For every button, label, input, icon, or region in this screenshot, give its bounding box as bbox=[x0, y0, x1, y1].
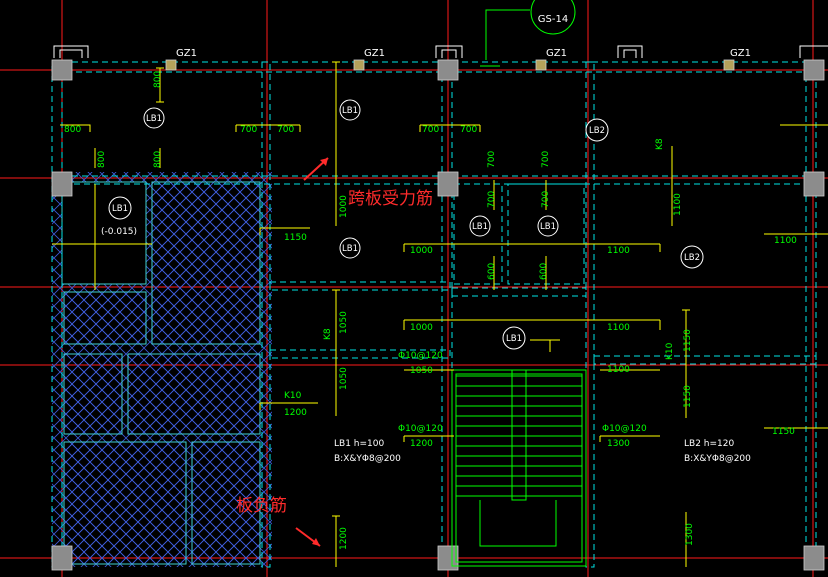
column-label: GZ1 bbox=[546, 48, 567, 59]
dim-text: 1150 bbox=[683, 329, 693, 352]
dim-text: 1150 bbox=[772, 427, 795, 437]
slab-note: LB2 h=120 bbox=[684, 439, 734, 449]
rebar-mark: K8 bbox=[323, 328, 333, 340]
dim-text: 700 bbox=[240, 125, 257, 135]
slab-tag: LB1 bbox=[342, 244, 358, 254]
dim-text: 1150 bbox=[683, 385, 693, 408]
dim-text: 700 bbox=[422, 125, 439, 135]
dim-text: 600 bbox=[487, 263, 497, 280]
dim-text: 700 bbox=[487, 151, 497, 168]
dim-text: 800 bbox=[153, 71, 163, 88]
gs-label: GS-14 bbox=[538, 14, 568, 25]
slab-tag: LB1 bbox=[112, 204, 128, 214]
dim-text: 700 bbox=[460, 125, 477, 135]
dim-text: 600 bbox=[539, 263, 549, 280]
slab-note: B:X&YΦ8@200 bbox=[684, 454, 751, 464]
dim-text: 1050 bbox=[339, 311, 349, 334]
dim-text: 1200 bbox=[339, 527, 349, 550]
rebar-mark: K8 bbox=[655, 138, 665, 150]
slab-note: LB1 h=100 bbox=[334, 439, 384, 449]
rebar-mark: Φ10@120 bbox=[398, 351, 443, 361]
dim-text: 1300 bbox=[685, 523, 695, 546]
column-label: GZ1 bbox=[364, 48, 385, 59]
dim-text: 800 bbox=[97, 151, 107, 168]
dim-text: 700 bbox=[487, 191, 497, 208]
dim-text: 1000 bbox=[410, 323, 433, 333]
column-labels: GZ1 GZ1 GZ1 GZ1 bbox=[176, 48, 751, 59]
slab-tag: LB1 bbox=[146, 114, 162, 124]
column-label: GZ1 bbox=[730, 48, 751, 59]
dim-text: 1100 bbox=[607, 365, 630, 375]
dim-text: 800 bbox=[153, 151, 163, 168]
slab-tag-elevation: (-0.015) bbox=[101, 227, 137, 237]
dim-text: 1050 bbox=[410, 366, 433, 376]
slab-tag: LB1 bbox=[506, 334, 522, 344]
dim-text: 700 bbox=[277, 125, 294, 135]
dim-text: 1050 bbox=[339, 367, 349, 390]
rebar-mark: K10 bbox=[284, 391, 302, 401]
column-label: GZ1 bbox=[176, 48, 197, 59]
dim-text: 1300 bbox=[607, 439, 630, 449]
floor-plan-drawing: GS-14 GZ1 GZ1 GZ1 GZ1 800 700 700 700 70… bbox=[0, 0, 828, 577]
dim-text: 1100 bbox=[607, 246, 630, 256]
dim-text: 1100 bbox=[607, 323, 630, 333]
dim-text: 1200 bbox=[284, 408, 307, 418]
dim-text: 1200 bbox=[410, 439, 433, 449]
dim-text: 1150 bbox=[284, 233, 307, 243]
cad-viewport[interactable]: GS-14 GZ1 GZ1 GZ1 GZ1 800 700 700 700 70… bbox=[0, 0, 828, 577]
span-rebar-note: 跨板受力筋 bbox=[348, 189, 433, 209]
stair bbox=[451, 369, 587, 567]
dim-text: 1100 bbox=[774, 236, 797, 246]
slab-tag: LB2 bbox=[684, 253, 700, 263]
rebar-mark: K10 bbox=[665, 342, 675, 360]
slab-tag: LB1 bbox=[342, 106, 358, 116]
top-wall-markers bbox=[53, 45, 828, 58]
rebar-mark: Φ10@120 bbox=[398, 424, 443, 434]
slab-tag: LB2 bbox=[589, 126, 605, 136]
dim-text: 800 bbox=[64, 125, 81, 135]
dim-text: 700 bbox=[541, 191, 551, 208]
negative-rebar-note: 板负筋 bbox=[236, 496, 287, 516]
slab-tag: LB1 bbox=[472, 222, 488, 232]
rebar-mark: Φ10@120 bbox=[602, 424, 647, 434]
slab-note: B:X&YΦ8@200 bbox=[334, 454, 401, 464]
slab-notes: LB1 h=100 B:X&YΦ8@200 LB2 h=120 B:X&YΦ8@… bbox=[334, 439, 751, 464]
dim-text: 700 bbox=[541, 151, 551, 168]
dim-text: 1000 bbox=[410, 246, 433, 256]
slab-tag: LB1 bbox=[540, 222, 556, 232]
dim-text: 1100 bbox=[673, 193, 683, 216]
